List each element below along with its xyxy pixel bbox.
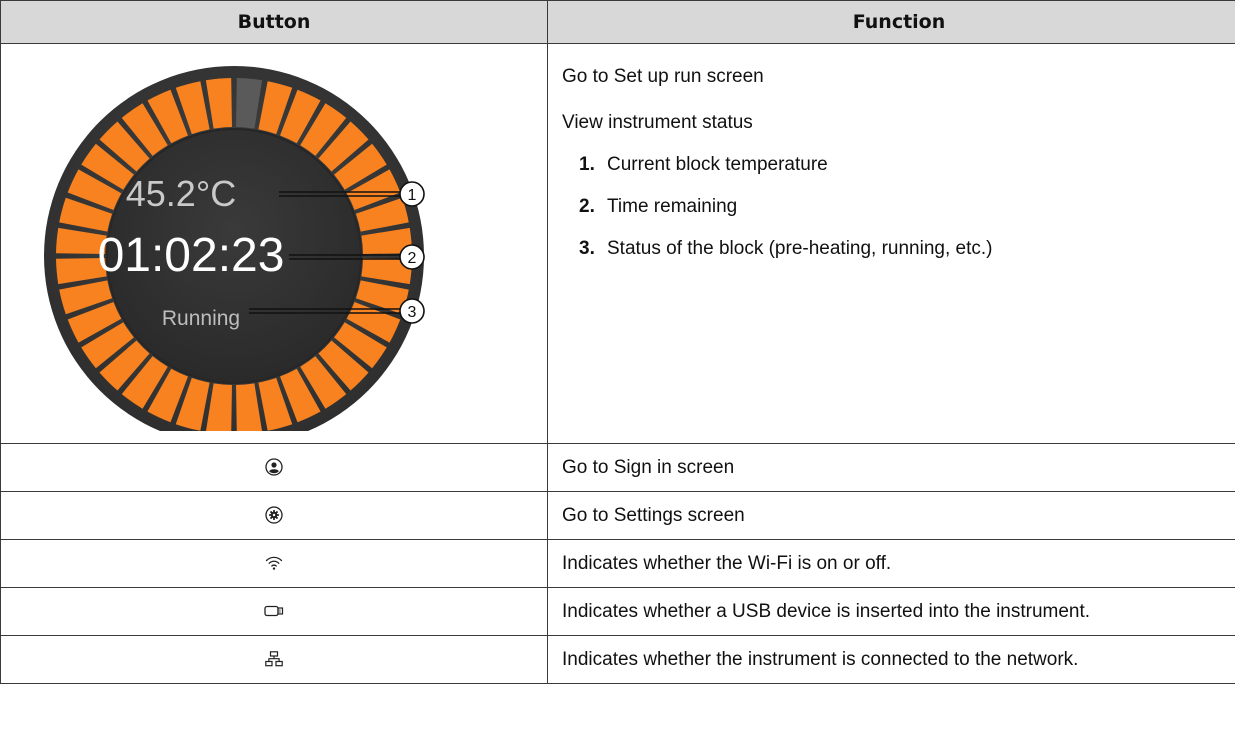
button-function-table: Button Function 45.2°C 01:02:23 Running … <box>0 0 1235 684</box>
button-column-header: Button <box>0 0 548 44</box>
row-function-text: Indicates whether a USB device is insert… <box>547 587 1235 636</box>
callout-label-2: 2 <box>408 250 417 267</box>
list-item: 1. Current block temperature <box>579 154 828 175</box>
dial-time: 01:02:23 <box>98 229 285 282</box>
home-dial-cell: 45.2°C 01:02:23 Running 1 2 3 <box>0 43 548 444</box>
wifi-icon <box>265 555 283 571</box>
network-icon <box>265 651 283 667</box>
user-icon[interactable] <box>265 458 283 477</box>
row-function-text: Go to Settings screen <box>547 491 1235 540</box>
row-function-text: Indicates whether the instrument is conn… <box>547 635 1235 684</box>
callout-label-1: 1 <box>408 187 417 204</box>
list-item: 2. Time remaining <box>579 196 738 217</box>
table-row: Go to Settings screen <box>0 491 1235 540</box>
gear-icon[interactable] <box>265 506 283 525</box>
header-row: Button Function <box>0 0 1235 44</box>
row-function-text: Go to Sign in screen <box>547 443 1235 492</box>
function-line-status: View instrument status <box>562 112 753 133</box>
function-column-header: Function <box>547 0 1235 44</box>
status-list: 1. Current block temperature 2. Time remai… <box>562 155 1235 258</box>
usb-icon <box>264 605 284 617</box>
table-row: Indicates whether the instrument is conn… <box>0 635 1235 684</box>
status-dial-button[interactable]: 45.2°C 01:02:23 Running 1 2 3 <box>1 44 548 431</box>
table-row: Indicates whether the Wi-Fi is on or off… <box>0 539 1235 588</box>
list-item: 3. Status of the block (pre-heating, runn… <box>579 238 993 259</box>
function-line-setup: Go to Set up run screen <box>562 66 764 87</box>
dial-status: Running <box>162 307 240 330</box>
dial-temperature: 45.2°C <box>126 173 236 214</box>
row-function-text: Indicates whether the Wi-Fi is on or off… <box>547 539 1235 588</box>
home-button-function: Go to Set up run screen View instrument … <box>547 43 1235 444</box>
home-button-row: 45.2°C 01:02:23 Running 1 2 3 Go to Set … <box>0 43 1235 444</box>
callout-label-3: 3 <box>408 304 417 321</box>
table-row: Indicates whether a USB device is insert… <box>0 587 1235 636</box>
table-row: Go to Sign in screen <box>0 443 1235 492</box>
